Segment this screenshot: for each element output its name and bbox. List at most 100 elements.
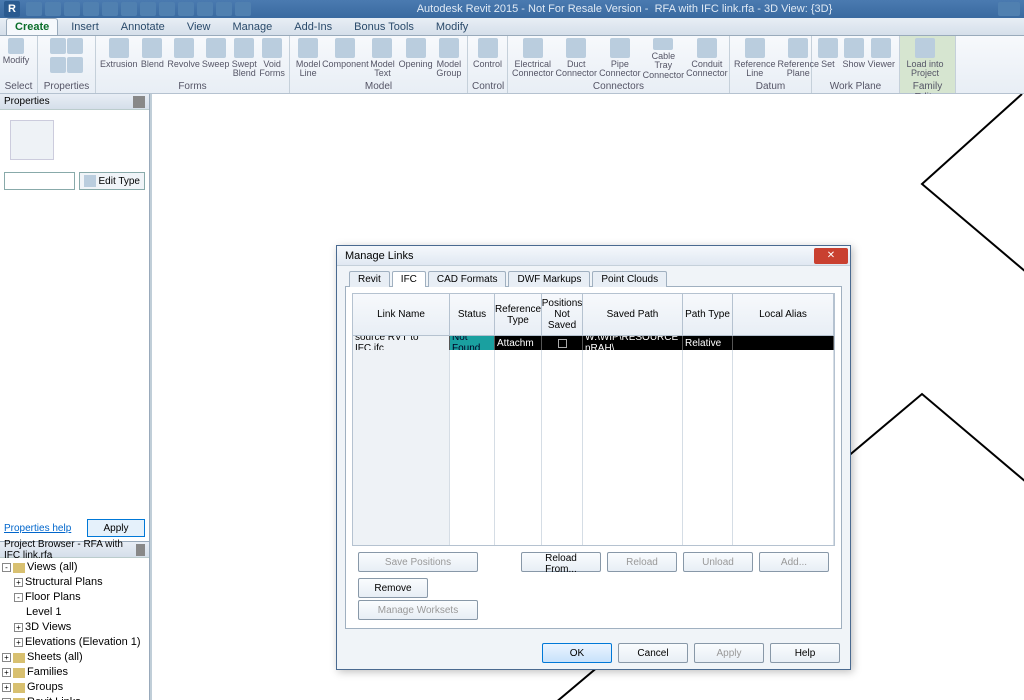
unload-button[interactable]: Unload: [683, 552, 753, 572]
connector-duct-connector-button[interactable]: Duct Connector: [556, 38, 598, 80]
qat-text-icon[interactable]: [159, 2, 175, 16]
col-path-type[interactable]: Path Type: [683, 294, 733, 335]
forms-blend-button[interactable]: Blend: [140, 38, 166, 80]
model-model-group-button[interactable]: Model Group: [435, 38, 463, 80]
reload-button[interactable]: Reload: [607, 552, 677, 572]
qat-undo-icon[interactable]: [64, 2, 80, 16]
qat-print-icon[interactable]: [102, 2, 118, 16]
help-button[interactable]: Help: [770, 643, 840, 663]
col-status[interactable]: Status: [450, 294, 495, 335]
model-model-text-button[interactable]: Model Text: [368, 38, 396, 80]
qat-save-icon[interactable]: [45, 2, 61, 16]
dialog-tab-ifc[interactable]: IFC: [392, 271, 426, 287]
reload-from-button[interactable]: Reload From...: [521, 552, 601, 572]
forms-extrusion-button[interactable]: Extrusion: [100, 38, 138, 80]
forms-revolve-button[interactable]: Revolve: [167, 38, 200, 80]
type-selector[interactable]: [4, 172, 75, 190]
qat-measure-icon[interactable]: [121, 2, 137, 16]
col-ref-type[interactable]: Reference Type: [495, 294, 542, 335]
model-model-line-button[interactable]: Model Line: [294, 38, 322, 80]
prop-icon[interactable]: [50, 38, 66, 54]
qat-open-icon[interactable]: [26, 2, 42, 16]
model-component-button[interactable]: Component: [324, 38, 366, 80]
tab-bonustools[interactable]: Bonus Tools: [345, 18, 423, 35]
table-row[interactable]: source RVT to IFC.ifc Not Found Attachm …: [353, 336, 834, 350]
apply-button[interactable]: Apply: [694, 643, 764, 663]
expand-icon[interactable]: +: [2, 668, 11, 677]
app-menu-icon[interactable]: R: [4, 1, 20, 17]
dialog-tab-cad-formats[interactable]: CAD Formats: [428, 271, 507, 287]
edit-type-button[interactable]: Edit Type: [79, 172, 145, 190]
tree-node[interactable]: +Sheets (all): [2, 650, 147, 665]
tree-node[interactable]: +Elevations (Elevation 1): [2, 635, 147, 650]
tree-node[interactable]: -Floor Plans: [2, 590, 147, 605]
tree-node[interactable]: Level 1: [2, 605, 147, 620]
workplane-show-button[interactable]: Show: [842, 38, 866, 80]
forms-sweep-button[interactable]: Sweep: [202, 38, 230, 80]
qat-switch-icon[interactable]: [216, 2, 232, 16]
save-positions-button[interactable]: Save Positions: [358, 552, 478, 572]
col-saved-path[interactable]: Saved Path: [583, 294, 683, 335]
collapse-icon[interactable]: -: [2, 563, 11, 572]
col-positions[interactable]: Positions Not Saved: [542, 294, 583, 335]
expand-icon[interactable]: +: [14, 638, 23, 647]
properties-apply-button[interactable]: Apply: [87, 519, 145, 537]
tab-create[interactable]: Create: [6, 18, 58, 35]
qat-3d-icon[interactable]: [178, 2, 194, 16]
expand-icon[interactable]: +: [14, 578, 23, 587]
qat-redo-icon[interactable]: [83, 2, 99, 16]
dialog-tab-dwf-markups[interactable]: DWF Markups: [508, 271, 590, 287]
tab-view[interactable]: View: [178, 18, 220, 35]
collapse-icon[interactable]: -: [14, 593, 23, 602]
control-control-button[interactable]: Control: [472, 38, 503, 80]
modify-button[interactable]: Modify: [4, 38, 28, 80]
prop4-icon[interactable]: [67, 57, 83, 73]
forms-void-forms-button[interactable]: Void Forms: [259, 38, 285, 80]
connector-cable-tray-connector-button[interactable]: Cable Tray Connector: [643, 38, 685, 80]
expand-icon[interactable]: +: [14, 623, 23, 632]
expand-icon[interactable]: +: [2, 653, 11, 662]
model-opening-button[interactable]: Opening: [399, 38, 433, 80]
project-browser-tree[interactable]: -Views (all)+Structural Plans-Floor Plan…: [0, 558, 149, 700]
cancel-button[interactable]: Cancel: [618, 643, 688, 663]
tab-manage[interactable]: Manage: [223, 18, 281, 35]
prop2-icon[interactable]: [67, 38, 83, 54]
expand-icon[interactable]: +: [2, 683, 11, 692]
workplane-viewer-button[interactable]: Viewer: [868, 38, 895, 80]
close-icon[interactable]: [133, 96, 145, 108]
datum-reference-line-button[interactable]: Reference Line: [734, 38, 776, 80]
prop3-icon[interactable]: [50, 57, 66, 73]
tab-insert[interactable]: Insert: [62, 18, 108, 35]
col-local-alias[interactable]: Local Alias: [733, 294, 834, 335]
col-link-name[interactable]: Link Name: [353, 294, 450, 335]
tree-node[interactable]: +Structural Plans: [2, 575, 147, 590]
qat-close-icon[interactable]: [235, 2, 251, 16]
family-load-into-project-button[interactable]: Load into Project: [904, 38, 946, 80]
remove-button[interactable]: Remove: [358, 578, 428, 598]
manage-worksets-button[interactable]: Manage Worksets: [358, 600, 478, 620]
links-grid[interactable]: Link Name Status Reference Type Position…: [352, 293, 835, 546]
dialog-close-button[interactable]: ✕: [814, 248, 848, 264]
add-button[interactable]: Add...: [759, 552, 829, 572]
dialog-tab-revit[interactable]: Revit: [349, 271, 390, 287]
tree-node[interactable]: +Families: [2, 665, 147, 680]
connector-conduit-connector-button[interactable]: Conduit Connector: [686, 38, 728, 80]
ok-button[interactable]: OK: [542, 643, 612, 663]
close-icon[interactable]: [136, 544, 145, 556]
minimize-icon[interactable]: [998, 2, 1020, 16]
tree-node[interactable]: +3D Views: [2, 620, 147, 635]
workplane-set-button[interactable]: Set: [816, 38, 840, 80]
tab-addins[interactable]: Add-Ins: [285, 18, 341, 35]
properties-help-link[interactable]: Properties help: [4, 523, 71, 534]
forms-swept-blend-button[interactable]: Swept Blend: [231, 38, 257, 80]
connector-electrical-connector-button[interactable]: Electrical Connector: [512, 38, 554, 80]
qat-tag-icon[interactable]: [140, 2, 156, 16]
tree-node[interactable]: +Groups: [2, 680, 147, 695]
tab-modify[interactable]: Modify: [427, 18, 477, 35]
tab-annotate[interactable]: Annotate: [112, 18, 174, 35]
tree-node[interactable]: -Revit Links: [2, 695, 147, 700]
qat-sync-icon[interactable]: [197, 2, 213, 16]
connector-pipe-connector-button[interactable]: Pipe Connector: [599, 38, 641, 80]
dialog-tab-point-clouds[interactable]: Point Clouds: [592, 271, 667, 287]
tree-node[interactable]: -Views (all): [2, 560, 147, 575]
